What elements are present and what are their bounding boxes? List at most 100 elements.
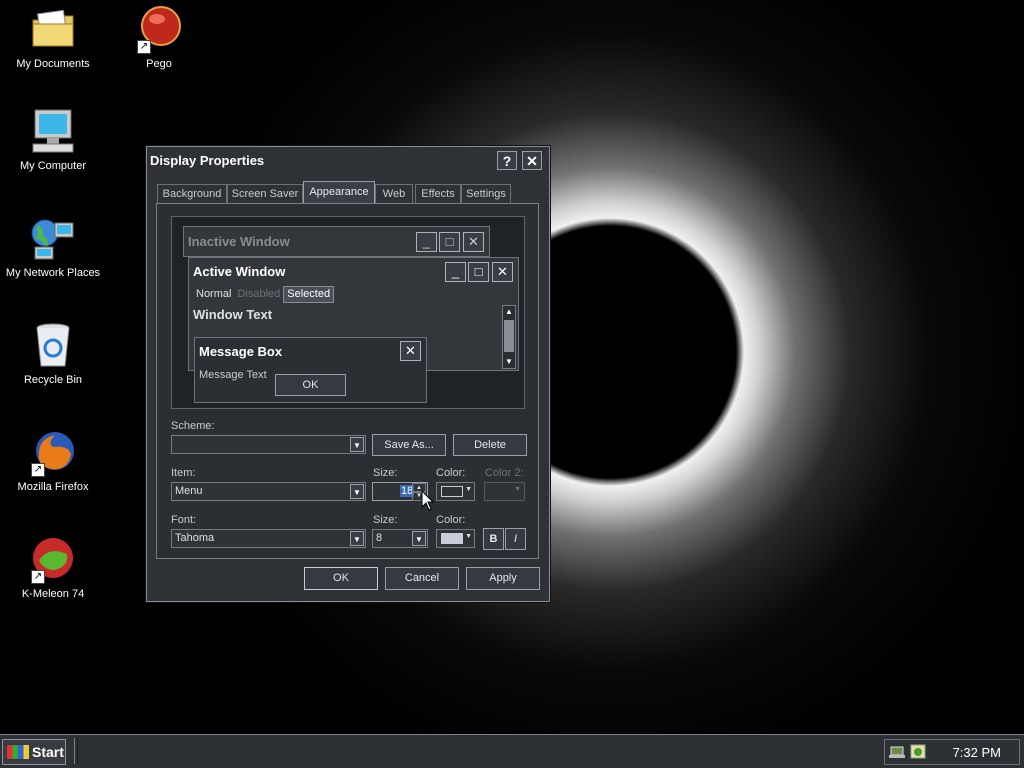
font-value: Tahoma [175,532,215,544]
close-button[interactable]: ✕ [522,151,542,170]
clock[interactable]: 7:32 PM [953,745,1001,760]
start-label: Start [32,744,64,760]
cancel-button[interactable]: Cancel [385,567,459,590]
save-as-button[interactable]: Save As... [372,434,446,456]
scheme-label: Scheme: [171,420,215,432]
close-icon: ✕ [400,341,421,361]
desktop-icon-k-meleon[interactable]: ↗ K-Meleon 74 [3,536,103,600]
tab-appearance[interactable]: Appearance [303,181,375,204]
network-icon [29,215,77,263]
item-size-spinner[interactable]: 18 ▲ ▼ [372,482,428,501]
message-box-title: Message Box [199,344,283,359]
shortcut-arrow-icon: ↗ [137,40,151,54]
chevron-down-icon[interactable]: ▼ [350,484,364,499]
scroll-up-icon: ▲ [505,307,513,316]
apply-button[interactable]: Apply [466,567,540,590]
preview-ok-button: OK [275,374,346,396]
desktop-icon-label: Mozilla Firefox [17,481,89,493]
font-dropdown[interactable]: Tahoma ▼ [171,529,366,548]
desktop-icon-mozilla-firefox[interactable]: ↗ Mozilla Firefox [3,429,103,493]
dialog-title: Display Properties [150,153,265,168]
taskbar-separator [74,738,78,764]
k-meleon-icon: ↗ [29,536,77,584]
display-properties-dialog: Display Properties ? ✕ Background Screen… [146,146,550,602]
font-color-picker[interactable]: ▼ [436,529,475,548]
chevron-down-icon[interactable]: ▼ [350,531,364,546]
chevron-down-icon[interactable]: ▼ [465,533,472,540]
start-button[interactable]: Start [2,739,66,765]
desktop-icon-label: Pego [146,58,172,70]
font-size-dropdown[interactable]: 8 ▼ [372,529,428,548]
appearance-preview[interactable]: Inactive Window _ □ ✕ Active Window _ □ … [171,216,525,409]
desktop-icon-my-computer[interactable]: My Computer [3,108,103,172]
shortcut-arrow-icon: ↗ [31,570,45,584]
menu-normal: Normal [196,288,232,300]
menu-disabled: Disabled [237,288,281,300]
firefox-icon: ↗ [29,429,77,477]
item-color-picker[interactable]: ▼ [436,482,475,501]
windows-logo-icon [7,745,29,759]
close-icon: ✕ [463,232,484,252]
item-color2-label: Color 2: [485,467,524,479]
computer-icon [29,108,77,156]
close-icon: ✕ [492,262,513,282]
tab-background[interactable]: Background [157,184,227,203]
appearance-panel: Inactive Window _ □ ✕ Active Window _ □ … [156,203,539,559]
item-label: Item: [171,467,196,479]
item-color2-picker[interactable]: ▼ [484,482,525,501]
ok-button[interactable]: OK [304,567,378,590]
tab-screen-saver[interactable]: Screen Saver [227,184,303,203]
preview-scrollbar: ▲ ▼ [502,305,516,369]
shortcut-arrow-icon: ↗ [31,463,45,477]
item-color-label: Color: [436,467,466,479]
delete-button[interactable]: Delete [453,434,527,456]
display-tray-icon[interactable] [909,744,927,760]
tab-effects[interactable]: Effects [415,184,461,203]
active-window-title: Active Window [193,264,286,279]
italic-button[interactable]: I [505,528,526,550]
tab-web[interactable]: Web [375,184,413,203]
dialog-titlebar[interactable]: Display Properties ? ✕ [147,147,549,175]
recycle-bin-icon [29,322,77,370]
preview-window-text: Window Text [193,307,273,322]
color-swatch [441,486,463,497]
item-size-label: Size: [373,467,398,479]
desktop-icon-pego[interactable]: ↗ Pego [109,6,209,70]
color-swatch [441,533,463,544]
desktop-icon-label: My Documents [16,58,90,70]
scroll-thumb [504,320,514,352]
tab-settings[interactable]: Settings [461,184,511,203]
network-tray-icon[interactable] [889,744,907,760]
desktop-icon-label: K-Meleon 74 [21,588,85,600]
chevron-down-icon[interactable]: ▼ [465,486,472,493]
system-tray: 7:32 PM [884,739,1020,765]
scheme-dropdown[interactable]: ▼ [171,435,366,454]
desktop-icon-label: My Network Places [5,267,101,279]
desktop-icon-recycle-bin[interactable]: Recycle Bin [3,322,103,386]
desktop-icon-label: Recycle Bin [23,374,83,386]
mouse-pointer-icon [421,489,435,512]
item-value: Menu [175,485,203,497]
desktop-icon-label: My Computer [19,160,87,172]
maximize-icon: □ [468,262,489,282]
preview-menu-bar: Normal Disabled Selected [193,286,335,303]
chevron-down-icon[interactable]: ▼ [412,531,426,546]
font-size-label: Size: [373,514,398,526]
folder-icon [29,6,77,54]
font-size-value: 8 [376,532,383,544]
menu-selected: Selected [283,286,335,303]
close-icon: ✕ [526,153,538,169]
help-button[interactable]: ? [497,151,517,170]
minimize-icon: _ [445,262,466,282]
preview-message-text: Message Text [199,369,267,381]
scroll-down-icon: ▼ [505,357,513,366]
red-ball-icon: ↗ [135,6,183,54]
bold-button[interactable]: B [483,528,504,550]
desktop-icon-my-network-places[interactable]: My Network Places [3,215,103,279]
desktop-icon-my-documents[interactable]: My Documents [3,6,103,70]
taskbar: Start 7:32 PM [0,734,1024,768]
chevron-down-icon: ▼ [514,486,521,493]
item-dropdown[interactable]: Menu ▼ [171,482,366,501]
inactive-window-title: Inactive Window [188,234,290,249]
chevron-down-icon[interactable]: ▼ [350,437,364,452]
